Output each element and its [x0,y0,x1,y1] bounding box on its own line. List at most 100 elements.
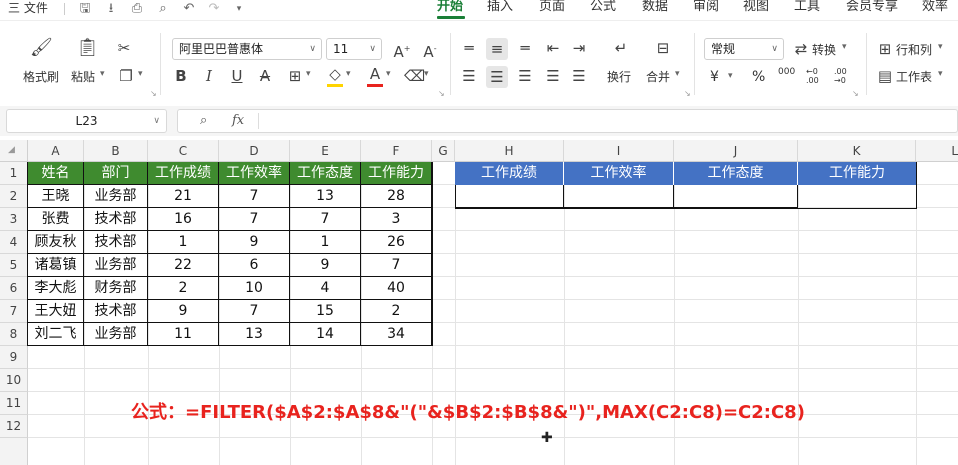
wrap-text-button[interactable]: 换行 [607,68,631,85]
row-header-9[interactable]: 9 [0,346,28,369]
header-work-score[interactable]: 工作成绩 [148,162,219,185]
table-cell[interactable]: 诸葛镇 [28,254,84,277]
column-header-a[interactable]: A [28,140,84,162]
name-box[interactable]: L23 ∨ [6,109,167,133]
column-header-c[interactable]: C [148,140,219,162]
table-cell[interactable]: 刘二飞 [28,323,84,346]
column-header-b[interactable]: B [84,140,148,162]
column-header-g[interactable]: G [432,140,455,162]
table-cell[interactable]: 9 [219,231,290,254]
table-cell[interactable]: 1 [148,231,219,254]
column-header-d[interactable]: D [219,140,290,162]
header-name[interactable]: 姓名 [28,162,84,185]
result-header-work-ability[interactable]: 工作能力 [798,162,916,185]
zoom-search-icon[interactable]: ⌕ [200,113,207,129]
align-left-icon[interactable]: ☰ [460,67,478,85]
tab-insert[interactable]: 插入 [487,0,513,20]
header-work-attitude[interactable]: 工作态度 [290,162,361,185]
table-cell[interactable]: 13 [290,185,361,208]
chevron-down-icon[interactable]: ▾ [138,69,143,79]
row-header-8[interactable]: 8 [0,323,28,346]
tab-formula[interactable]: 公式 [590,0,616,20]
table-cell[interactable]: 16 [148,208,219,231]
table-cell[interactable]: 技术部 [84,231,148,254]
result-cell[interactable] [564,185,674,208]
table-cell[interactable]: 14 [290,323,361,346]
column-header-j[interactable]: J [674,140,798,162]
table-cell[interactable]: 4 [290,277,361,300]
increase-font-icon[interactable]: A+ [392,40,412,61]
chevron-down-icon[interactable]: ▾ [232,2,246,16]
row-header-10[interactable]: 10 [0,369,28,392]
export-icon[interactable]: ⭳ [104,2,118,16]
decrease-decimal-button[interactable]: .00 →0 [834,67,856,85]
convert-button[interactable]: 转换 [812,41,836,58]
worksheet-icon[interactable]: ▤ [876,67,894,85]
rows-cols-button[interactable]: 行和列 [896,41,932,58]
print-icon[interactable]: ⎙ [130,2,144,16]
table-cell[interactable]: 王晓 [28,185,84,208]
table-cell[interactable]: 2 [361,300,432,323]
row-header-12[interactable]: 12 [0,415,28,438]
paste-icon[interactable]: 📋︎ [76,39,99,57]
table-cell[interactable]: 王大妞 [28,300,84,323]
result-header-work-attitude[interactable]: 工作态度 [674,162,798,185]
table-cell[interactable]: 业务部 [84,323,148,346]
column-header-i[interactable]: I [564,140,674,162]
row-header-13[interactable] [0,438,28,465]
thousands-button[interactable]: 000 [778,68,795,77]
header-department[interactable]: 部门 [84,162,148,185]
table-cell[interactable]: 业务部 [84,185,148,208]
table-cell[interactable]: 7 [219,300,290,323]
select-all-corner[interactable]: ◢ [0,140,28,162]
table-cell[interactable]: 财务部 [84,277,148,300]
align-center-icon[interactable]: ☰ [486,66,508,88]
result-header-work-score[interactable]: 工作成绩 [455,162,564,185]
chevron-down-icon[interactable]: ▾ [938,42,943,52]
table-cell[interactable]: 6 [219,254,290,277]
table-cell[interactable]: 张费 [28,208,84,231]
result-header-work-efficiency[interactable]: 工作效率 [564,162,674,185]
tab-review[interactable]: 审阅 [693,0,719,20]
font-size-select[interactable]: 11 ∨ [326,38,382,60]
tab-data[interactable]: 数据 [642,0,668,20]
expand-icon[interactable]: ↘ [852,89,859,98]
chevron-down-icon[interactable]: ▾ [675,69,680,79]
table-cell[interactable]: 22 [148,254,219,277]
currency-button[interactable]: ¥ [710,69,719,85]
table-cell[interactable]: 李大彪 [28,277,84,300]
cut-icon[interactable]: ✂ [114,39,134,57]
fx-icon[interactable]: fx [232,113,244,129]
table-cell[interactable]: 11 [148,323,219,346]
format-painter-button[interactable]: 格式刷 [23,68,59,85]
table-cell[interactable]: 7 [361,254,432,277]
merge-button[interactable]: 合并 [646,68,670,85]
table-cell[interactable]: 3 [361,208,432,231]
chevron-down-icon[interactable]: ▾ [100,69,105,79]
file-menu[interactable]: 三 文件 [8,0,48,20]
font-name-select[interactable]: 阿里巴巴普惠体 ∨ [172,38,322,60]
align-middle-icon[interactable]: ≡ [486,38,508,60]
chevron-down-icon[interactable]: ▾ [424,69,429,79]
result-cell[interactable] [455,185,564,208]
column-header-f[interactable]: F [361,140,432,162]
column-header-e[interactable]: E [290,140,361,162]
save-icon[interactable]: 🖫 [78,2,92,16]
strikethrough-button[interactable]: A [256,67,274,85]
table-cell[interactable]: 34 [361,323,432,346]
table-cell[interactable]: 10 [219,277,290,300]
underline-button[interactable]: U [228,67,246,85]
justify-icon[interactable]: ☰ [544,67,562,85]
row-header-6[interactable]: 6 [0,277,28,300]
increase-decimal-button[interactable]: ←0 .00 [806,67,828,85]
row-header-5[interactable]: 5 [0,254,28,277]
indent-decrease-icon[interactable]: ⇤ [544,39,562,57]
clear-format-icon[interactable]: ⌫ [404,67,425,85]
table-cell[interactable]: 28 [361,185,432,208]
font-color-button[interactable]: A [366,65,384,83]
chevron-down-icon[interactable]: ▾ [728,71,733,81]
chevron-down-icon[interactable]: ▾ [346,69,351,79]
bold-button[interactable]: B [172,67,190,85]
formula-input[interactable]: ⌕ fx [177,109,958,133]
wrap-text-icon[interactable]: ↵ [610,39,632,57]
